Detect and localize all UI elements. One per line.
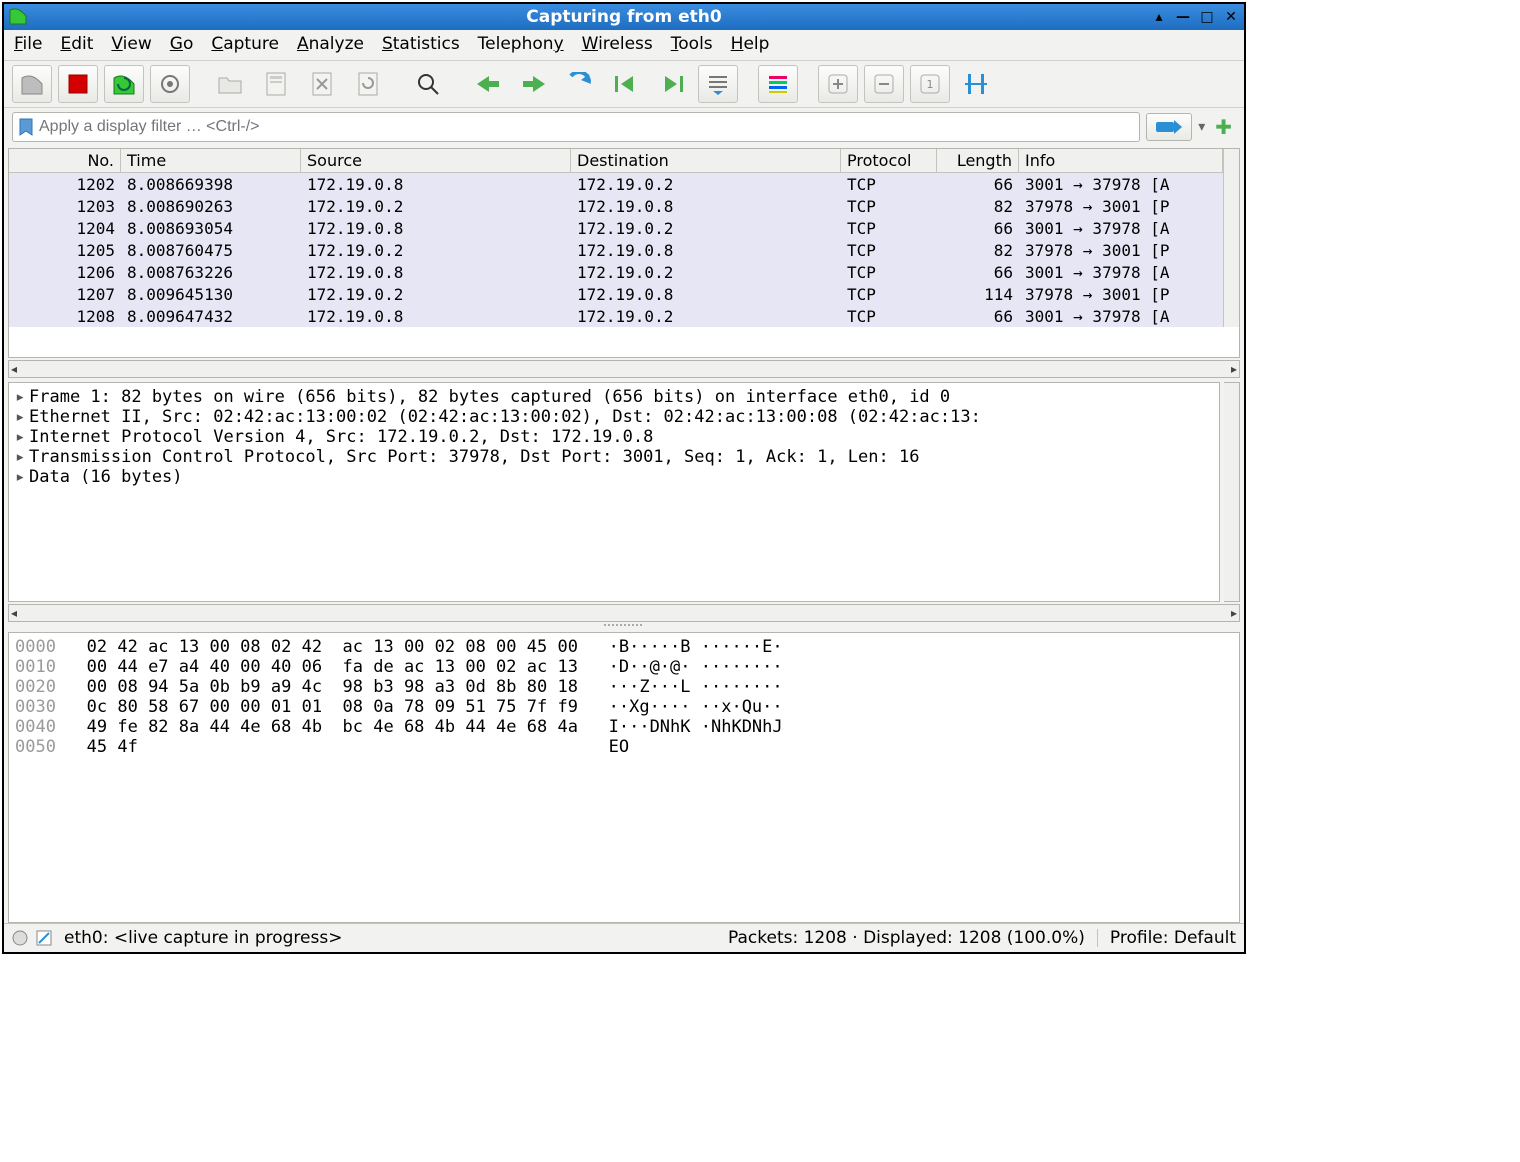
add-filter-button[interactable]: ✚ [1211,115,1236,139]
hex-row[interactable]: 0020 00 08 94 5a 0b b9 a9 4c 98 b3 98 a3… [15,677,1233,697]
menu-go[interactable]: Go [170,34,194,54]
minimize-button[interactable]: — [1174,9,1192,25]
column-header-source[interactable]: Source [301,149,571,172]
svg-text:1: 1 [927,78,934,91]
save-file-button[interactable] [256,65,296,103]
reload-file-button[interactable] [348,65,388,103]
status-packets: Packets: 1208 · Displayed: 1208 (100.0%) [728,928,1085,948]
scroll-left-icon[interactable]: ◂ [11,606,17,620]
menu-tools[interactable]: Tools [671,34,713,54]
start-capture-button[interactable] [12,65,52,103]
jump-to-packet-button[interactable] [560,65,600,103]
details-hscrollbar[interactable]: ◂ ▸ [8,604,1240,622]
table-row[interactable]: 12078.009645130172.19.0.2172.19.0.8TCP11… [9,283,1223,305]
titlebar: Capturing from eth0 ▴ — □ ✕ [4,4,1244,30]
menu-file[interactable]: File [14,34,42,54]
packet-list-vscrollbar[interactable] [1223,149,1239,327]
menu-help[interactable]: Help [731,34,770,54]
capture-options-button[interactable] [150,65,190,103]
column-header-time[interactable]: Time [121,149,301,172]
hex-row[interactable]: 0050 45 4f EO [15,737,1233,757]
go-back-button[interactable] [468,65,508,103]
edit-capture-icon[interactable] [36,930,52,946]
packet-list-hscrollbar[interactable]: ◂ ▸ [8,360,1240,378]
wireshark-icon [8,6,28,26]
zoom-out-button[interactable] [864,65,904,103]
filter-dropdown-icon[interactable]: ▾ [1198,119,1205,135]
filter-bar: ▾ ✚ [4,108,1244,148]
open-file-button[interactable] [210,65,250,103]
table-row[interactable]: 12088.009647432172.19.0.8172.19.0.2TCP66… [9,305,1223,327]
tree-row[interactable]: ▸Data (16 bytes) [15,467,1213,487]
menu-statistics[interactable]: Statistics [382,34,460,54]
menu-wireless[interactable]: Wireless [582,34,653,54]
menu-capture[interactable]: Capture [211,34,279,54]
stop-capture-button[interactable] [58,65,98,103]
pane-splitter[interactable] [8,622,1240,628]
packet-bytes-pane[interactable]: 0000 02 42 ac 13 00 08 02 42 ac 13 00 02… [8,632,1240,923]
column-header-destination[interactable]: Destination [571,149,841,172]
app-window: Capturing from eth0 ▴ — □ ✕ File Edit View… [2,2,1246,954]
go-first-button[interactable] [606,65,646,103]
packet-list-header: No. Time Source Destination Protocol Len… [9,149,1223,173]
resize-columns-button[interactable] [956,65,996,103]
tree-row[interactable]: ▸Frame 1: 82 bytes on wire (656 bits), 8… [15,387,1213,407]
hex-row[interactable]: 0000 02 42 ac 13 00 08 02 42 ac 13 00 02… [15,637,1233,657]
restart-capture-button[interactable] [104,65,144,103]
go-last-button[interactable] [652,65,692,103]
hex-row[interactable]: 0010 00 44 e7 a4 40 00 40 06 fa de ac 13… [15,657,1233,677]
menu-telephony[interactable]: Telephony [478,34,564,54]
column-header-length[interactable]: Length [937,149,1019,172]
scroll-right-icon[interactable]: ▸ [1231,606,1237,620]
status-profile[interactable]: Profile: Default [1110,928,1236,948]
zoom-reset-button[interactable]: 1 [910,65,950,103]
auto-scroll-button[interactable] [698,65,738,103]
details-vscrollbar[interactable] [1224,382,1240,602]
display-filter-input[interactable] [12,112,1140,142]
packet-details-pane[interactable]: ▸Frame 1: 82 bytes on wire (656 bits), 8… [8,382,1220,602]
close-button[interactable]: ✕ [1222,9,1240,25]
table-row[interactable]: 12068.008763226172.19.0.8172.19.0.2TCP66… [9,261,1223,283]
colorize-button[interactable] [758,65,798,103]
hex-row[interactable]: 0030 0c 80 58 67 00 00 01 01 08 0a 78 09… [15,697,1233,717]
close-file-button[interactable] [302,65,342,103]
bookmark-icon[interactable] [19,118,33,136]
toolbar: 1 [4,61,1244,108]
column-header-info[interactable]: Info [1019,149,1223,172]
table-row[interactable]: 12038.008690263172.19.0.2172.19.0.8TCP82… [9,195,1223,217]
hex-row[interactable]: 0040 49 fe 82 8a 44 4e 68 4b bc 4e 68 4b… [15,717,1233,737]
menubar: File Edit View Go Capture Analyze Statistics Te… [4,30,1244,61]
expert-info-icon[interactable] [12,930,28,946]
table-row[interactable]: 12028.008669398172.19.0.8172.19.0.2TCP66… [9,173,1223,195]
tree-row[interactable]: ▸Internet Protocol Version 4, Src: 172.1… [15,427,1213,447]
column-header-protocol[interactable]: Protocol [841,149,937,172]
tree-row[interactable]: ▸Ethernet II, Src: 02:42:ac:13:00:02 (02… [15,407,1213,427]
status-capture: eth0: <live capture in progress> [64,928,342,948]
go-forward-button[interactable] [514,65,554,103]
packet-list-body[interactable]: 12028.008669398172.19.0.8172.19.0.2TCP66… [9,173,1223,327]
apply-filter-button[interactable] [1146,113,1192,141]
statusbar: eth0: <live capture in progress> Packets… [4,923,1244,952]
maximize-button[interactable]: □ [1198,9,1216,25]
scroll-right-icon[interactable]: ▸ [1231,362,1237,376]
find-packet-button[interactable] [408,65,448,103]
menu-analyze[interactable]: Analyze [297,34,364,54]
display-filter-field[interactable] [39,118,1133,136]
scroll-left-icon[interactable]: ◂ [11,362,17,376]
packet-list-pane: No. Time Source Destination Protocol Len… [8,148,1240,358]
table-row[interactable]: 12048.008693054172.19.0.8172.19.0.2TCP66… [9,217,1223,239]
menu-view[interactable]: View [111,34,151,54]
column-header-no[interactable]: No. [9,149,121,172]
window-controls: ▴ — □ ✕ [1150,9,1240,25]
tree-row[interactable]: ▸Transmission Control Protocol, Src Port… [15,447,1213,467]
table-row[interactable]: 12058.008760475172.19.0.2172.19.0.8TCP82… [9,239,1223,261]
menu-edit[interactable]: Edit [60,34,93,54]
window-title: Capturing from eth0 [526,7,721,27]
shade-button[interactable]: ▴ [1150,9,1168,25]
zoom-in-button[interactable] [818,65,858,103]
